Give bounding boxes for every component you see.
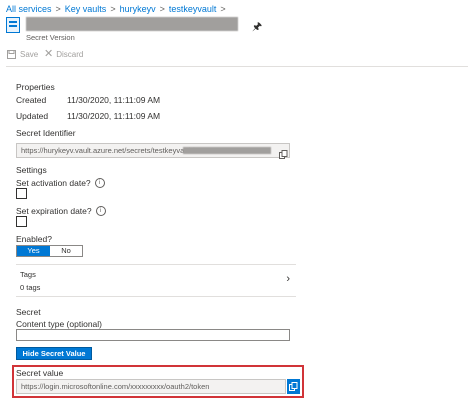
discard-label: Discard	[56, 50, 84, 59]
expiration-date-checkbox[interactable]	[16, 216, 27, 227]
hide-secret-value-button[interactable]: Hide Secret Value	[16, 347, 92, 360]
hide-secret-value-label: Hide Secret Value	[22, 349, 86, 358]
breadcrumb-all-services[interactable]: All services	[6, 4, 52, 14]
secret-value-text: https://login.microsoftonline.com/xxxxxx…	[21, 382, 210, 391]
save-button[interactable]: Save	[7, 50, 38, 59]
breadcrumb-separator: >	[110, 4, 116, 14]
chevron-right-icon: ›	[286, 273, 290, 285]
tags-bottom-divider	[16, 296, 296, 297]
discard-button[interactable]: ✕ Discard	[44, 48, 84, 60]
tags-row[interactable]: Tags 0 tags ›	[16, 266, 296, 294]
breadcrumb-testkeyvault[interactable]: testkeyvault	[169, 4, 217, 14]
secret-value-field[interactable]: https://login.microsoftonline.com/xxxxxx…	[16, 379, 286, 394]
copy-icon	[289, 382, 298, 391]
pin-icon[interactable]: 🖈	[252, 18, 262, 37]
secret-identifier-redacted	[183, 147, 271, 154]
secret-version-icon	[6, 17, 20, 33]
page-subtitle: Secret Version	[26, 33, 75, 42]
enabled-yes-option[interactable]: Yes	[17, 246, 50, 256]
secret-heading: Secret	[16, 307, 41, 317]
info-icon[interactable]: i	[95, 206, 106, 216]
breadcrumb: All services > Key vaults > hurykeyv > t…	[6, 3, 226, 15]
breadcrumb-key-vaults[interactable]: Key vaults	[65, 4, 107, 14]
breadcrumb-separator: >	[159, 4, 165, 14]
save-label: Save	[20, 50, 39, 59]
secret-identifier-value: https://hurykeyv.vault.azure.net/secrets…	[21, 146, 195, 155]
close-icon: ✕	[44, 48, 54, 60]
enabled-yes-label: Yes	[27, 246, 40, 255]
secret-value-label: Secret value	[16, 368, 64, 378]
properties-heading: Properties	[16, 82, 55, 92]
activation-date-checkbox[interactable]	[16, 188, 27, 199]
toolbar-divider	[6, 66, 468, 67]
activation-date-label: Set activation date?	[16, 178, 91, 188]
tags-label: Tags	[20, 270, 36, 279]
enabled-label: Enabled?	[16, 234, 52, 244]
expiration-date-label: Set expiration date?	[16, 206, 92, 216]
enabled-toggle: Yes No	[16, 245, 83, 257]
copy-secret-button[interactable]	[287, 379, 300, 394]
info-icon[interactable]: i	[94, 178, 105, 188]
created-label: Created	[16, 95, 47, 105]
enabled-no-label: No	[61, 246, 71, 255]
settings-heading: Settings	[16, 165, 47, 175]
content-type-label: Content type (optional)	[16, 319, 102, 329]
updated-label: Updated	[16, 111, 49, 121]
activation-date-label-row: Set activation date? i	[16, 178, 105, 188]
copy-icon[interactable]	[279, 146, 288, 159]
breadcrumb-separator: >	[55, 4, 61, 14]
breadcrumb-hurykeyv[interactable]: hurykeyv	[120, 4, 156, 14]
secret-version-blade: All services > Key vaults > hurykeyv > t…	[0, 0, 474, 410]
page-title-redacted	[26, 17, 238, 31]
expiration-date-label-row: Set expiration date? i	[16, 206, 106, 216]
enabled-no-option[interactable]: No	[50, 246, 82, 256]
breadcrumb-separator: >	[220, 4, 226, 14]
tags-top-divider	[16, 264, 296, 265]
secret-identifier-label: Secret Identifier	[16, 128, 76, 138]
created-value: 11/30/2020, 11:11:09 AM	[67, 95, 161, 105]
updated-value: 11/30/2020, 11:11:09 AM	[67, 111, 161, 121]
content-type-input[interactable]	[16, 329, 290, 341]
save-icon	[7, 50, 16, 59]
tags-count: 0 tags	[20, 283, 41, 292]
